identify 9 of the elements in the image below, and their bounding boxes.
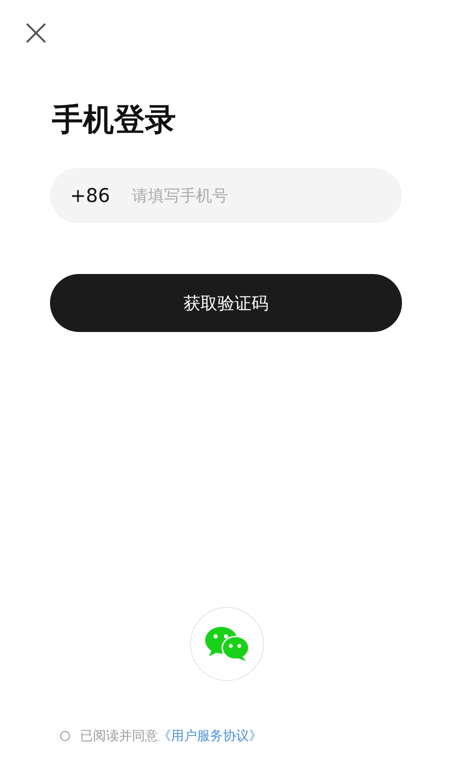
country-code[interactable]: +86 <box>70 184 130 206</box>
close-icon[interactable] <box>25 22 47 44</box>
phone-field[interactable]: +86 请填写手机号 <box>50 168 402 223</box>
agreement-text: 已阅读并同意《用户服务协议》 <box>80 728 262 745</box>
agreement-checkbox[interactable] <box>60 731 70 741</box>
page-title: 手机登录 <box>52 101 177 140</box>
chat-bubbles-icon <box>204 625 250 663</box>
phone-input-field[interactable]: 请填写手机号 <box>130 185 402 206</box>
get-code-button[interactable]: 获取验证码 <box>50 274 402 332</box>
